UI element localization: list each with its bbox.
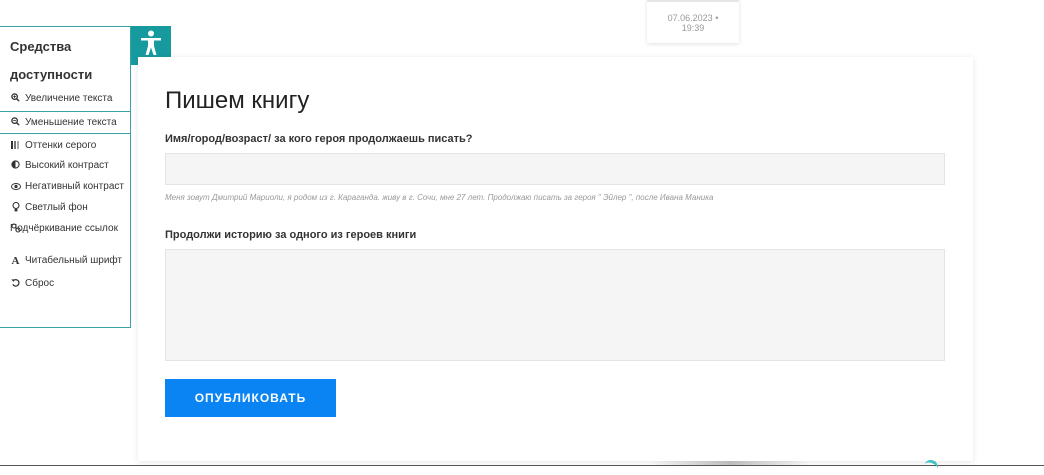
option-underline-links[interactable]: Подчёркивание ссылок — [0, 218, 130, 250]
author-info-input[interactable] — [165, 153, 945, 185]
option-grayscale[interactable]: Оттенки серого — [0, 134, 130, 155]
accessibility-panel: Средства доступности Увеличение текста У… — [0, 26, 131, 328]
page-title: Пишем книгу — [165, 87, 310, 114]
eye-icon — [10, 181, 21, 193]
option-negative-contrast[interactable]: Негативный контраст — [0, 176, 130, 197]
story-label: Продолжи историю за одного из героев кни… — [165, 229, 417, 241]
author-info-label: Имя/город/возраст/ за кого героя продолж… — [165, 133, 473, 145]
author-info-hint: Меня зовут Дмитрий Мариоли, я родом из г… — [165, 193, 714, 202]
font-icon: A — [11, 255, 20, 267]
option-reset[interactable]: Сброс — [0, 274, 130, 296]
accessibility-options: Увеличение текста Уменьшение текста Отте… — [0, 89, 130, 296]
date-badge: 07.06.2023 • 19:39 — [647, 0, 739, 43]
publish-button[interactable]: ОПУБЛИКОВАТЬ — [165, 379, 336, 417]
reset-icon — [10, 278, 21, 290]
page-divider — [0, 465, 1044, 466]
accessibility-panel-title: Средства доступности — [10, 39, 93, 82]
bulb-icon — [10, 201, 21, 215]
story-textarea[interactable] — [165, 249, 945, 361]
contrast-icon — [10, 160, 21, 172]
zoom-out-icon — [10, 117, 21, 129]
option-increase-text[interactable]: Увеличение текста — [0, 89, 130, 111]
grayscale-icon — [10, 140, 21, 152]
option-high-contrast[interactable]: Высокий контраст — [0, 155, 130, 176]
option-light-background[interactable]: Светлый фон — [0, 197, 130, 218]
option-readable-font[interactable]: A Читабельный шрифт — [0, 250, 130, 274]
option-decrease-text[interactable]: Уменьшение текста — [0, 111, 130, 134]
zoom-in-icon — [10, 93, 21, 105]
book-form-card: Пишем книгу Имя/город/возраст/ за кого г… — [138, 57, 973, 461]
